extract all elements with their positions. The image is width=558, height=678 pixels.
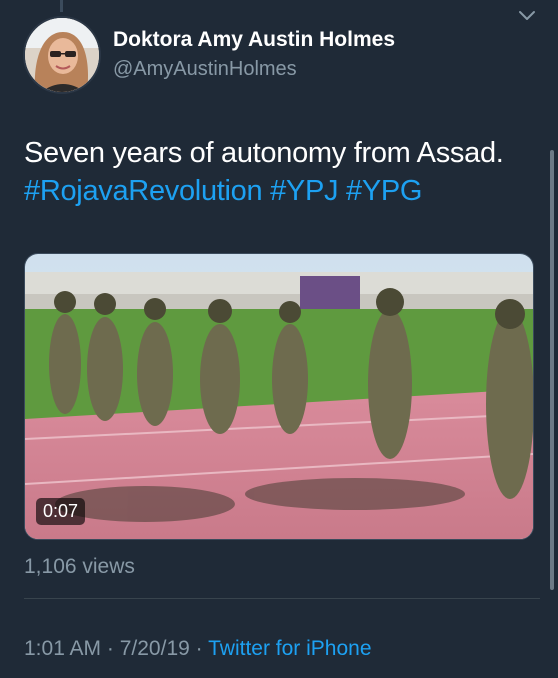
scrollbar[interactable] xyxy=(550,150,554,590)
author-handle[interactable]: @AmyAustinHolmes xyxy=(113,58,297,81)
view-count: 1,106 views xyxy=(24,555,135,578)
video-player[interactable] xyxy=(24,253,534,540)
tweet-body: Seven years of autonomy from Assad. xyxy=(24,137,504,169)
hashtag-ypg[interactable]: #YPG xyxy=(346,175,422,207)
tweet-metadata: 1:01 AM · 7/20/19 · Twitter for iPhone xyxy=(24,637,372,661)
tweet-source-link[interactable]: Twitter for iPhone xyxy=(208,637,371,660)
meta-separator: · xyxy=(189,637,209,660)
author-name[interactable]: Doktora Amy Austin Holmes xyxy=(113,28,395,52)
tweet-date[interactable]: 7/20/19 xyxy=(120,637,190,660)
chevron-down-icon[interactable] xyxy=(516,4,538,26)
avatar[interactable] xyxy=(23,16,101,94)
tweet-text: Seven years of autonomy from Assad. #Roj… xyxy=(24,134,544,210)
tweet-time[interactable]: 1:01 AM xyxy=(24,637,101,660)
video-duration-badge: 0:07 xyxy=(36,498,86,525)
avatar-image xyxy=(25,18,99,92)
meta-separator: · xyxy=(101,637,120,660)
hashtag-ypj[interactable]: #YPJ xyxy=(270,175,338,207)
thread-connector-line xyxy=(60,0,63,12)
video-thumbnail xyxy=(25,254,533,539)
hashtag-rojava-revolution[interactable]: #RojavaRevolution xyxy=(24,175,263,207)
divider xyxy=(24,598,540,599)
